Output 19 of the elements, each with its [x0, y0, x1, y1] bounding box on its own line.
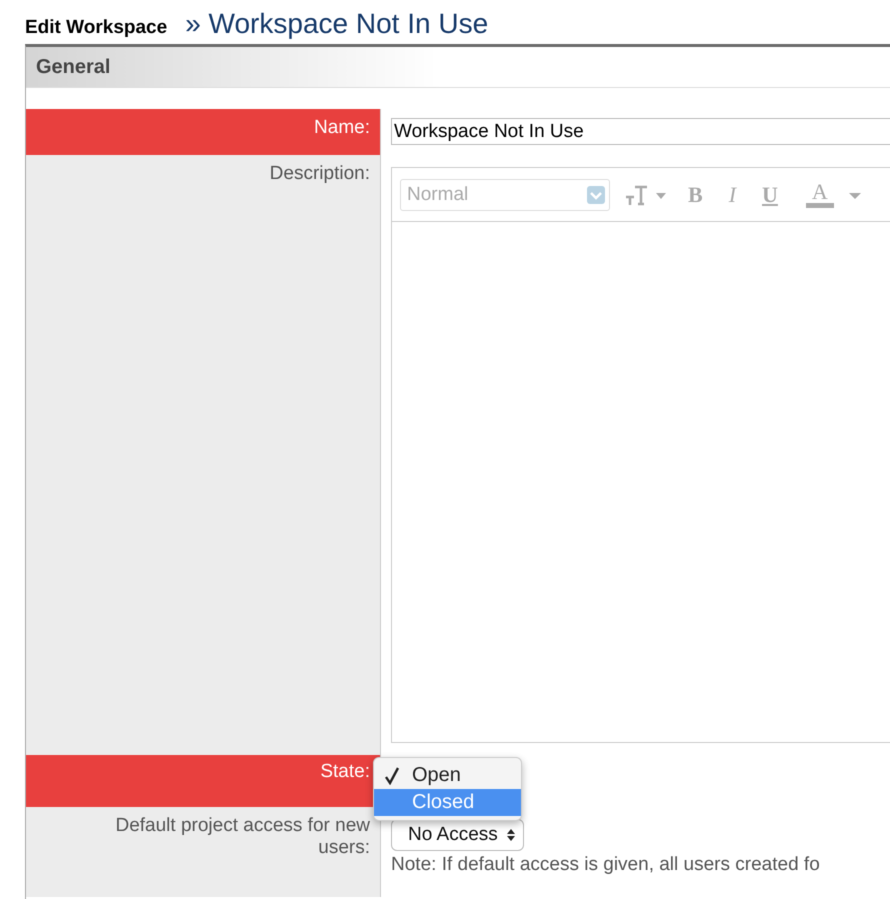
toolbar-button[interactable]: U	[756, 182, 784, 208]
page-title: » Workspace Not In Use	[185, 8, 488, 40]
section-header: General	[26, 47, 890, 88]
toolbar-button[interactable]: I	[722, 182, 742, 208]
toolbar-button[interactable]: B	[682, 182, 709, 208]
field-label: Name:	[26, 109, 381, 155]
access-select[interactable]: No Access	[391, 819, 524, 851]
breadcrumb-label: Edit Workspace	[25, 17, 168, 39]
menu-option[interactable]: Closed	[374, 789, 521, 816]
name-input[interactable]: Workspace Not In Use	[391, 118, 890, 145]
note-text: Note: If default access is given, all users created fo	[391, 854, 821, 876]
updown-icon	[507, 828, 515, 842]
field-label: Description:	[26, 155, 381, 755]
toolbar-button[interactable]: A	[806, 181, 834, 208]
dropdown-icon	[586, 184, 606, 204]
format-select[interactable]: Normal	[400, 178, 610, 210]
field-label: Default project access for new users:	[26, 807, 381, 897]
description-editor[interactable]: Normal B I U A	[391, 167, 890, 743]
field-label: State:	[26, 755, 381, 807]
